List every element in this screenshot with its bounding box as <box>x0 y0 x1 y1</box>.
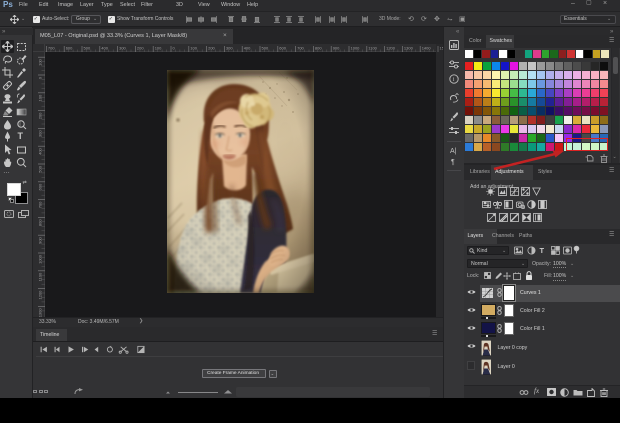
svg-text:200: 200 <box>137 46 144 51</box>
svg-text:400: 400 <box>244 46 251 51</box>
svg-text:0: 0 <box>173 46 176 51</box>
svg-text:400: 400 <box>101 46 108 51</box>
svg-text:700: 700 <box>38 201 43 208</box>
svg-text:1000: 1000 <box>38 254 43 264</box>
svg-text:1400: 1400 <box>422 46 432 51</box>
svg-text:1300: 1300 <box>38 308 43 317</box>
svg-text:100: 100 <box>155 46 162 51</box>
svg-text:400: 400 <box>38 147 43 154</box>
svg-text:300: 300 <box>226 46 233 51</box>
svg-text:700: 700 <box>48 46 55 51</box>
svg-text:500: 500 <box>84 46 91 51</box>
svg-text:0: 0 <box>38 76 43 79</box>
svg-text:900: 900 <box>333 46 340 51</box>
svg-text:300: 300 <box>119 46 126 51</box>
svg-text:600: 600 <box>38 183 43 190</box>
svg-text:1200: 1200 <box>386 46 396 51</box>
svg-text:700: 700 <box>297 46 304 51</box>
svg-text:600: 600 <box>66 46 73 51</box>
svg-text:100: 100 <box>38 94 43 101</box>
svg-text:100: 100 <box>38 58 43 65</box>
svg-text:600: 600 <box>279 46 286 51</box>
svg-text:500: 500 <box>38 165 43 172</box>
svg-text:800: 800 <box>38 219 43 226</box>
svg-text:200: 200 <box>208 46 215 51</box>
svg-text:800: 800 <box>315 46 322 51</box>
svg-text:300: 300 <box>38 130 43 137</box>
svg-text:1000: 1000 <box>351 46 361 51</box>
svg-text:i: i <box>453 77 455 83</box>
svg-text:100: 100 <box>190 46 197 51</box>
svg-text:900: 900 <box>38 236 43 243</box>
svg-text:1300: 1300 <box>404 46 414 51</box>
svg-text:1200: 1200 <box>38 290 43 300</box>
svg-text:500: 500 <box>262 46 269 51</box>
svg-text:1100: 1100 <box>368 46 377 51</box>
svg-text:1100: 1100 <box>38 272 43 281</box>
svg-text:200: 200 <box>38 112 43 119</box>
